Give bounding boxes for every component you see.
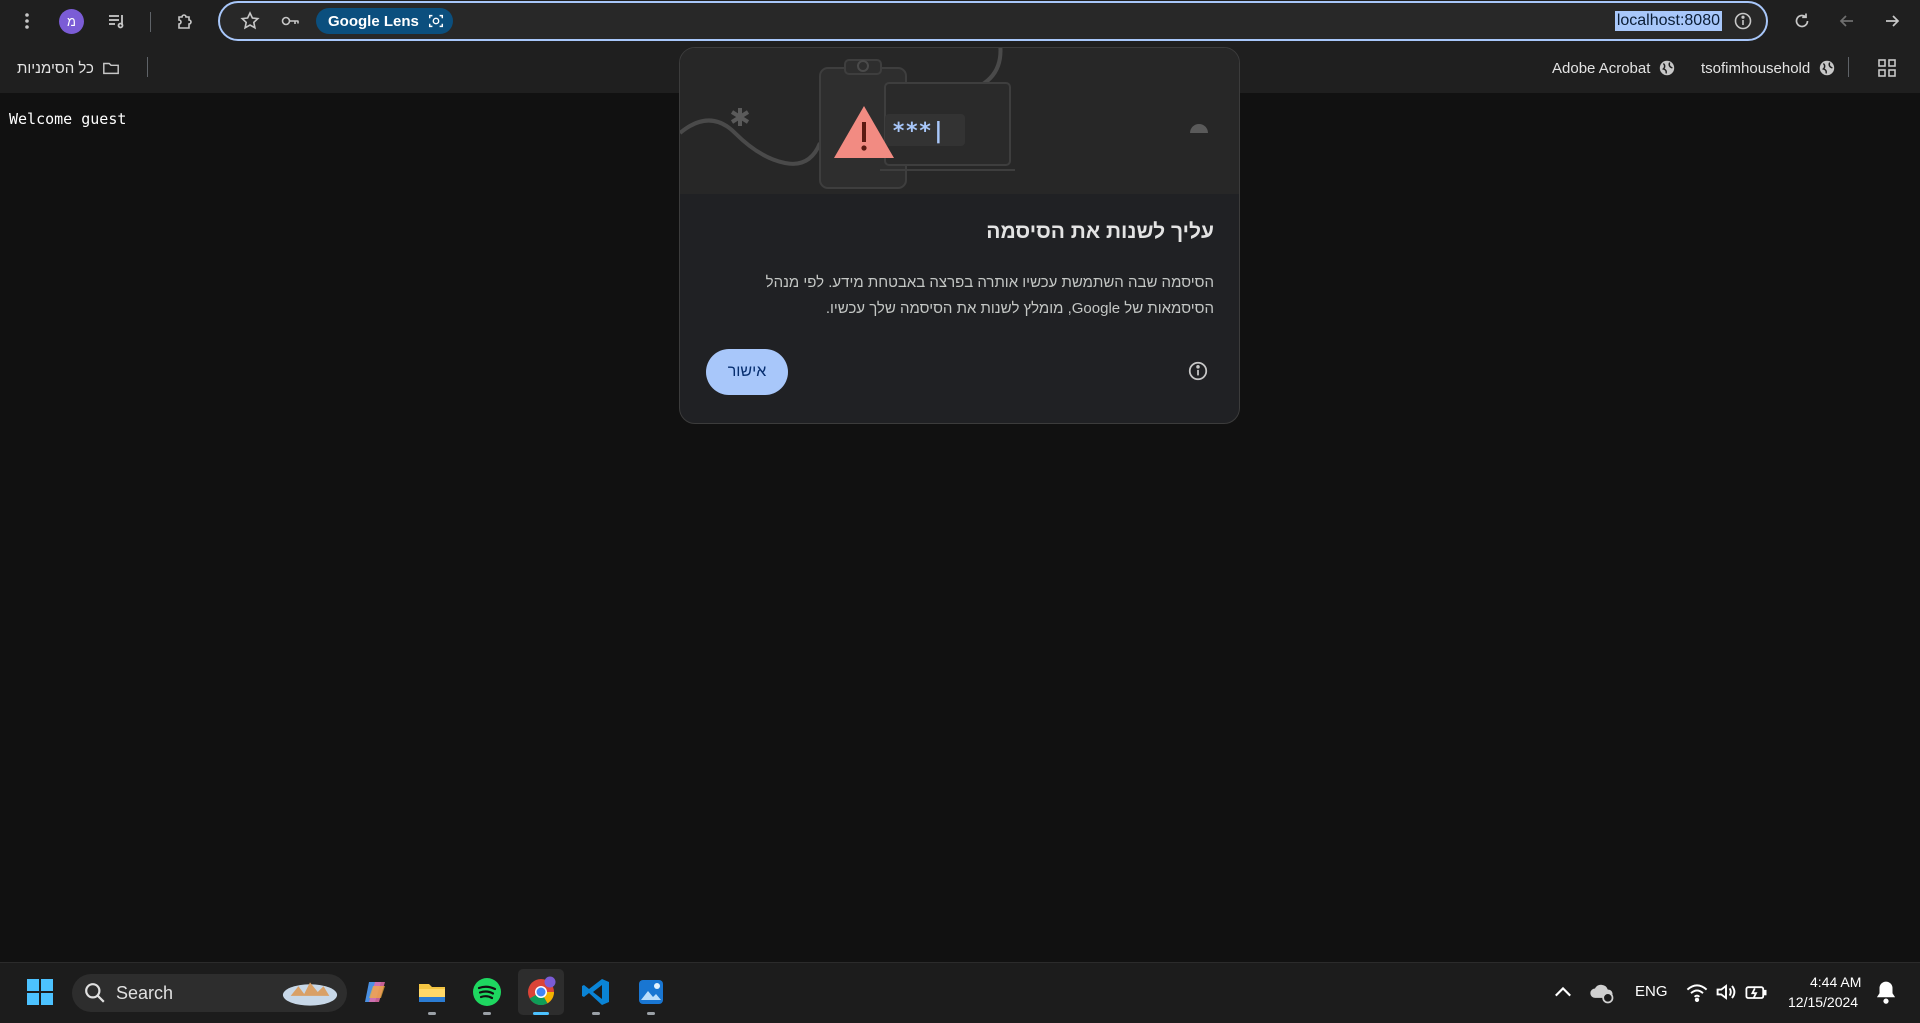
extensions-icon[interactable] bbox=[168, 4, 202, 38]
browser-toolbar: מ Google Lens localhost:8080 bbox=[0, 0, 1920, 43]
password-key-icon[interactable] bbox=[273, 4, 307, 38]
running-indicator bbox=[428, 1012, 436, 1015]
search-icon bbox=[85, 983, 105, 1003]
site-info-icon[interactable] bbox=[1726, 4, 1760, 38]
all-bookmarks-button[interactable]: כל הסימניות bbox=[17, 43, 120, 93]
back-arrow-icon[interactable] bbox=[1830, 4, 1864, 38]
welcome-text: Welcome guest bbox=[9, 110, 127, 128]
bookmarks-divider bbox=[147, 57, 148, 77]
media-queue-icon[interactable] bbox=[100, 4, 134, 38]
spotify-icon[interactable] bbox=[464, 969, 510, 1015]
globe-icon bbox=[1660, 60, 1675, 76]
profile-avatar[interactable]: מ bbox=[59, 9, 84, 34]
photos-icon[interactable] bbox=[628, 969, 674, 1015]
taskbar-search-box[interactable]: Search bbox=[72, 974, 347, 1012]
apps-grid-icon[interactable] bbox=[1870, 51, 1904, 85]
bookmark-star-icon[interactable] bbox=[233, 4, 267, 38]
chrome-icon[interactable] bbox=[518, 969, 564, 1015]
dialog-title: עליך לשנות את הסיסמה bbox=[986, 220, 1214, 243]
dialog-body-line-2: הסיסמאות של Google, מומלץ לשנות את הסיסמ… bbox=[825, 300, 1214, 317]
battery-icon[interactable] bbox=[1744, 969, 1768, 1015]
vscode-icon[interactable] bbox=[573, 969, 619, 1015]
notifications-bell-icon[interactable] bbox=[1873, 969, 1899, 1015]
reload-icon[interactable] bbox=[1785, 4, 1819, 38]
globe-icon bbox=[1820, 60, 1835, 76]
url-text[interactable]: localhost:8080 bbox=[1614, 11, 1722, 31]
bookmark-label: tsofimhousehold bbox=[1701, 59, 1811, 77]
running-indicator bbox=[647, 1012, 655, 1015]
language-indicator[interactable]: ENG bbox=[1635, 983, 1668, 1000]
dialog-body: הסיסמה שבה השתמשת עכשיו אותרה בפרצה באבט… bbox=[714, 270, 1214, 322]
forward-arrow-icon[interactable] bbox=[1875, 4, 1909, 38]
onedrive-icon[interactable] bbox=[1588, 969, 1616, 1015]
all-bookmarks-label: כל הסימניות bbox=[17, 59, 94, 77]
menu-kebab-icon[interactable] bbox=[10, 4, 44, 38]
bookmark-label: Adobe Acrobat bbox=[1552, 59, 1651, 77]
running-indicator bbox=[483, 1012, 491, 1015]
bookmark-tsofimhousehold[interactable]: tsofimhousehold bbox=[1701, 43, 1836, 93]
info-icon[interactable] bbox=[1187, 360, 1209, 382]
ok-button[interactable]: אישור bbox=[706, 349, 788, 395]
password-warning-illustration: ***| bbox=[680, 48, 1208, 189]
clock-date[interactable]: 12/15/2024 bbox=[1788, 994, 1858, 1010]
folder-icon bbox=[103, 62, 119, 75]
google-lens-label: Google Lens bbox=[328, 12, 419, 30]
file-explorer-icon[interactable] bbox=[409, 969, 455, 1015]
start-windows-icon[interactable] bbox=[17, 969, 63, 1015]
wifi-icon[interactable] bbox=[1685, 969, 1709, 1015]
running-indicator bbox=[592, 1012, 600, 1015]
clock-time[interactable]: 4:44 AM bbox=[1810, 974, 1861, 990]
volume-icon[interactable] bbox=[1714, 969, 1738, 1015]
active-indicator bbox=[533, 1012, 549, 1015]
dialog-body-line-1: הסיסמה שבה השתמשת עכשיו אותרה בפרצה באבט… bbox=[765, 274, 1214, 291]
dialog-illustration: ***| bbox=[680, 48, 1239, 194]
bookmark-adobe-acrobat[interactable]: Adobe Acrobat bbox=[1552, 43, 1676, 93]
masked-password-text: ***| bbox=[892, 119, 945, 144]
password-breach-dialog: ***| עליך לשנות את הסיסמה הסיסמה שבה השת… bbox=[679, 47, 1240, 424]
windows-taskbar: Search ENG 4:44 AM 12/15/2024 bbox=[0, 962, 1920, 1023]
show-hidden-icons-chevron-icon[interactable] bbox=[1551, 969, 1575, 1015]
google-lens-chip[interactable]: Google Lens bbox=[316, 8, 453, 34]
bookmarks-divider bbox=[1848, 57, 1849, 77]
toolbar-divider bbox=[150, 12, 151, 32]
copilot-icon[interactable] bbox=[354, 969, 400, 1015]
search-label: Search bbox=[116, 982, 174, 1003]
search-highlight-icon bbox=[282, 982, 338, 1006]
address-bar[interactable]: Google Lens localhost:8080 bbox=[218, 1, 1768, 41]
lens-camera-icon bbox=[428, 14, 443, 28]
